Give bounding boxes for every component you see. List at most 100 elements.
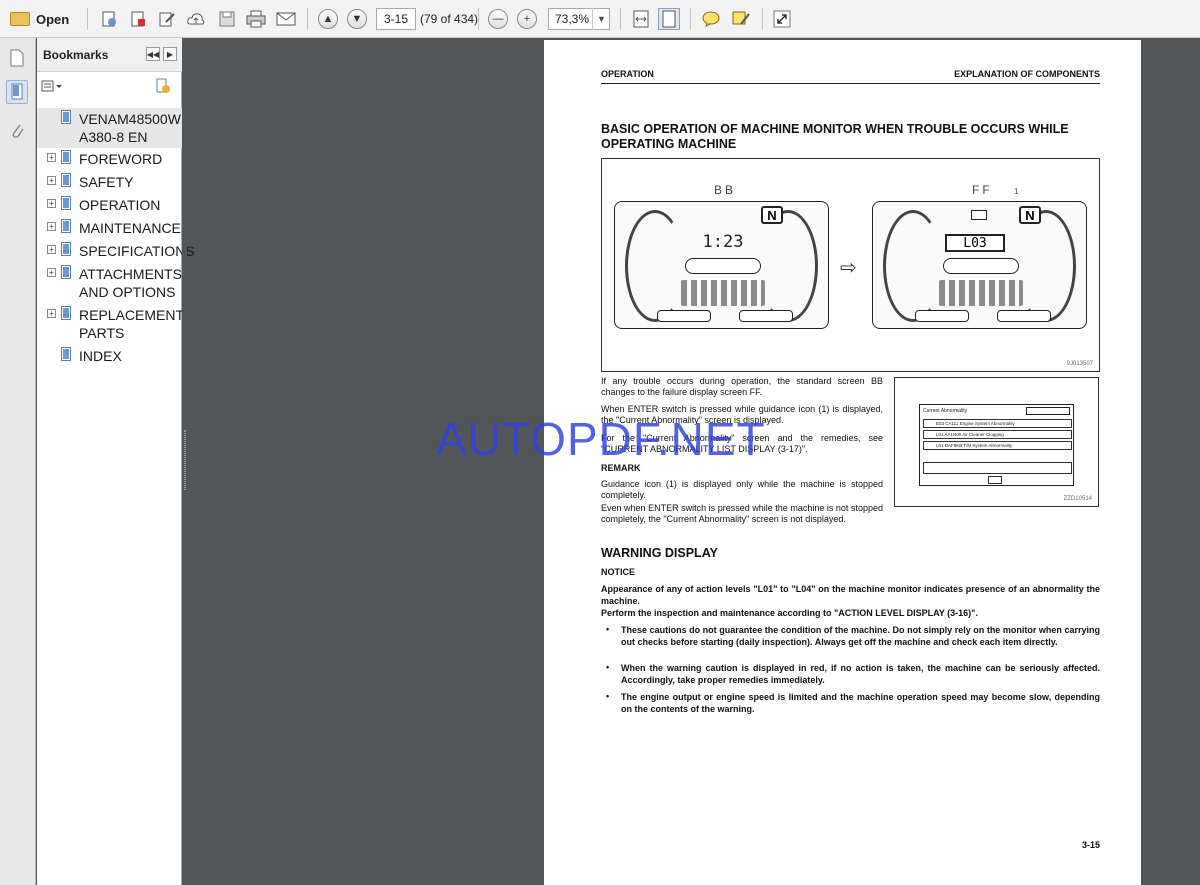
expand-icon[interactable]: +: [47, 176, 56, 185]
folder-icon: [10, 12, 30, 26]
status-icons: [939, 280, 1023, 306]
print-icon[interactable]: [245, 7, 267, 31]
action-level-display: L03: [945, 234, 1005, 252]
screen-title: Current Abnormality: [923, 408, 968, 414]
toolbar-separator: [478, 8, 479, 30]
message-box: [923, 462, 1072, 474]
convert-icon[interactable]: [127, 7, 149, 31]
expand-icon[interactable]: +: [47, 245, 56, 254]
upload-cloud-icon[interactable]: [185, 7, 207, 31]
expand-icon[interactable]: +: [47, 309, 56, 318]
page-header-left: OPERATION: [601, 69, 654, 79]
chevron-down-icon[interactable]: ▼: [592, 8, 610, 30]
notice-text: Perform the inspection and maintenance a…: [601, 608, 978, 618]
fit-width-icon[interactable]: [630, 7, 652, 31]
bookmark-index[interactable]: INDEX: [37, 345, 182, 367]
bullet-text: When the warning caution is displayed in…: [621, 663, 1100, 685]
standard-screen: N 1:23: [614, 201, 829, 329]
bookmark-label: FOREWORD: [79, 151, 163, 167]
guidance-icon: [971, 210, 987, 220]
bookmarks-title: Bookmarks: [43, 48, 109, 62]
attachments-icon[interactable]: [6, 118, 28, 142]
bookmarks-icon[interactable]: [6, 80, 28, 104]
expand-panel-icon[interactable]: ▶: [163, 47, 177, 61]
plus-icon: +: [517, 9, 537, 29]
bullet-text: The engine output or engine speed is lim…: [621, 692, 1100, 714]
bookmark-label: MAINTENANCE: [79, 220, 181, 236]
zoom-in-button[interactable]: +: [517, 7, 537, 31]
expand-icon[interactable]: +: [47, 268, 56, 277]
minus-icon: —: [488, 9, 508, 29]
return-icon: [988, 476, 1002, 484]
bookmark-label: OPERATION: [79, 197, 161, 213]
neutral-indicator-icon: N: [761, 206, 783, 224]
bookmark-foreword[interactable]: + FOREWORD: [37, 148, 182, 170]
paragraph: Even when ENTER switch is pressed while …: [601, 503, 883, 524]
label-ff: FF: [972, 183, 993, 197]
bookmark-maintenance[interactable]: + MAINTENANCE: [37, 217, 182, 239]
hour-meter: [657, 310, 711, 322]
main-toolbar: Open ▲ ▼ 3-15 (79 of 434) — + 73,3% ▼: [0, 0, 1200, 38]
bookmark-icon: [61, 265, 71, 279]
bullet-icon: •: [606, 624, 610, 634]
left-gauge: [625, 210, 685, 322]
email-icon[interactable]: [275, 7, 297, 31]
header-rule: [601, 83, 1100, 84]
open-label: Open: [36, 11, 70, 27]
comment-icon[interactable]: [700, 7, 722, 31]
bookmark-label: REPLACEMENT PARTS: [79, 307, 184, 341]
zoom-out-button[interactable]: —: [488, 7, 508, 31]
bookmarks-tools: [37, 73, 182, 101]
left-gauge: [883, 210, 943, 322]
figure-code: ZZD10514: [1063, 496, 1092, 502]
bookmark-replacement-parts[interactable]: + REPLACEMENT PARTS: [37, 304, 184, 344]
bookmark-icon: [61, 219, 71, 233]
collapse-panel-icon[interactable]: ◀◀: [146, 47, 160, 61]
bookmark-attachments[interactable]: + ATTACHMENTS AND OPTIONS: [37, 263, 182, 303]
section-title: BASIC OPERATION OF MACHINE MONITOR WHEN …: [601, 122, 1069, 151]
bookmark-label: INDEX: [79, 348, 122, 364]
save-icon[interactable]: [216, 7, 238, 31]
splitter-grip[interactable]: [184, 430, 186, 490]
arrow-up-icon: ▲: [318, 9, 338, 29]
expand-icon[interactable]: +: [47, 153, 56, 162]
status-icons: [681, 280, 765, 306]
arrow-right-icon: ⇨: [840, 257, 857, 279]
create-pdf-icon[interactable]: [98, 7, 120, 31]
expand-icon[interactable]: +: [47, 222, 56, 231]
bullet-text: These cautions do not guarantee the cond…: [621, 625, 1100, 647]
bookmark-icon: [61, 173, 71, 187]
paragraph: If any trouble occurs during operation, …: [601, 376, 883, 397]
page-number-input[interactable]: 3-15: [376, 8, 416, 30]
bookmark-operation[interactable]: + OPERATION: [37, 194, 182, 216]
notice-text: Appearance of any of action levels "L01"…: [601, 584, 1100, 606]
options-menu-icon[interactable]: [41, 79, 62, 93]
bookmark-label: ATTACHMENTS AND OPTIONS: [79, 266, 182, 300]
page-thumbnails-icon[interactable]: [6, 46, 28, 70]
mode-panel: [943, 258, 1019, 274]
paragraph: Guidance icon (1) is displayed only whil…: [601, 479, 883, 500]
right-gauge: [1016, 210, 1076, 322]
fit-page-icon[interactable]: [656, 7, 682, 31]
bullet-icon: •: [606, 691, 610, 701]
previous-page-button[interactable]: ▲: [318, 7, 338, 31]
next-page-button[interactable]: ▼: [347, 7, 367, 31]
arrow-down-icon: ▼: [347, 9, 367, 29]
bookmark-icon: [61, 110, 71, 124]
new-bookmark-icon[interactable]: [155, 78, 171, 94]
bookmark-icon: [61, 347, 71, 361]
expand-icon[interactable]: [771, 7, 793, 31]
bookmark-root[interactable]: VENAM48500W A380-8 EN: [37, 108, 182, 148]
open-button[interactable]: Open: [10, 7, 69, 31]
expand-icon[interactable]: +: [47, 199, 56, 208]
abnormality-row: L01 AA1N00 Air Cleaner Clogging: [923, 430, 1072, 439]
toolbar-separator: [690, 8, 691, 30]
bookmark-specifications[interactable]: + SPECIFICATIONS: [37, 240, 195, 262]
bookmark-label: VENAM48500W A380-8 EN: [79, 111, 181, 145]
bookmark-safety[interactable]: + SAFETY: [37, 171, 182, 193]
edit-icon[interactable]: [156, 7, 178, 31]
abnormality-figure: Current Abnormality E03 CA111 Engine Sys…: [894, 377, 1099, 507]
navigation-rail: [0, 38, 36, 885]
abnormality-row: L01 DAF8KB T/M System Abnormality: [923, 441, 1072, 450]
highlight-icon[interactable]: [730, 7, 752, 31]
